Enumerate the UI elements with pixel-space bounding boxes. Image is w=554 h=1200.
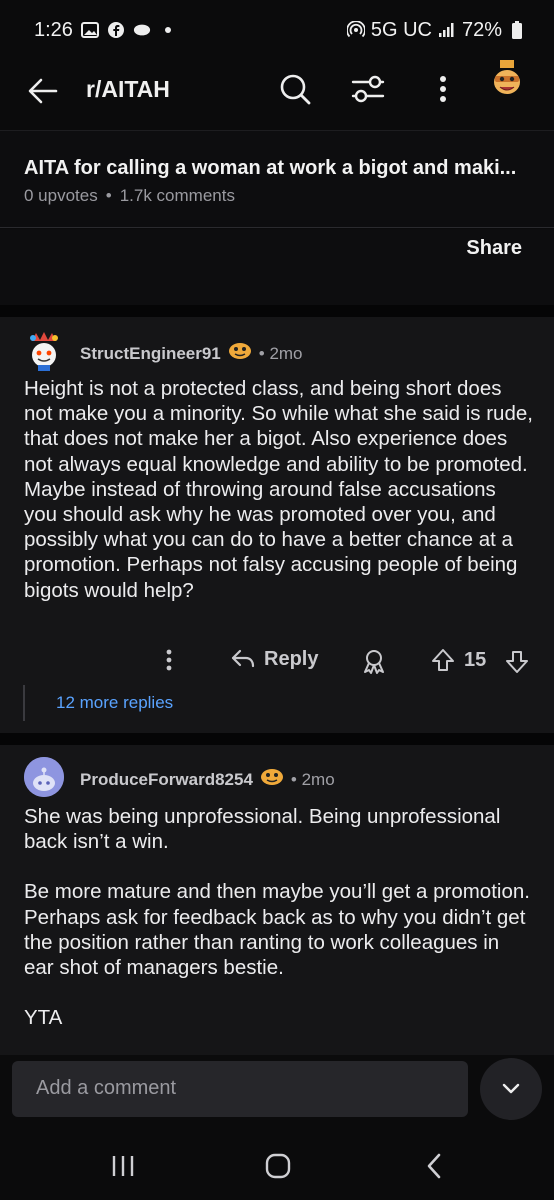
status-time: 1:26 [34,18,73,41]
award-icon [259,767,285,792]
subreddit-title[interactable]: r/AITAH [86,76,170,103]
system-nav-bar [0,1125,554,1200]
more-options-icon[interactable] [430,72,456,106]
chevron-down-icon [502,1083,520,1094]
battery-percent: 72% [461,18,502,41]
comment-username[interactable]: StructEngineer91 [80,344,221,364]
meta-separator: • [105,186,112,205]
post-comment-count: 1.7k comments [119,186,235,205]
downvote-arrow-icon [506,651,528,673]
home-icon[interactable] [258,1151,298,1181]
post-title[interactable]: AITA for calling a woman at work a bigot… [24,157,530,180]
recent-apps-icon[interactable] [103,1151,143,1181]
status-bar: 1:26 5G UC 72% [0,0,554,60]
post-upvotes: 0 upvotes [24,186,98,205]
gallery-icon [80,21,99,39]
sort-filter-icon[interactable] [350,72,386,106]
share-row: Share [0,229,554,305]
back-arrow-icon[interactable] [26,74,60,108]
share-button[interactable]: Share [466,237,522,260]
commenter-avatar[interactable] [24,757,64,797]
reply-button[interactable]: Reply [230,647,318,671]
comment-age: • 2mo [290,769,335,789]
comment-author-row: StructEngineer91 • 2mo [80,341,303,366]
back-nav-icon[interactable] [414,1151,454,1181]
comment-composer[interactable]: Add a comment [12,1061,468,1117]
reply-icon [231,649,255,668]
network-type: 5G UC [370,18,432,41]
add-comment-input[interactable]: Add a comment [36,1077,176,1100]
comment-actions: Reply 15 [0,643,554,683]
signal-icon [438,21,456,39]
thread-line [23,685,25,721]
comment-author-row: ProduceForward8254 • 2mo [80,767,335,792]
post-meta: 0 upvotes • 1.7k comments [24,186,235,206]
comment-age: • 2mo [258,343,303,363]
upvote-arrow-icon [432,649,454,671]
comment-paragraph: YTA [24,1006,63,1030]
notification-dot-icon [159,21,177,39]
upvote-button[interactable]: 15 [430,647,486,673]
comment: ProduceForward8254 • 2mo She was being u… [0,745,554,1055]
facebook-icon [107,21,125,39]
downvote-button[interactable] [504,649,530,675]
comment-score: 15 [464,648,487,671]
battery-icon [508,21,526,39]
comment: StructEngineer91 • 2mo Height is not a p… [0,317,554,733]
commenter-avatar[interactable] [24,331,64,371]
comment-body: Height is not a protected class, and bei… [24,377,533,602]
reply-label: Reply [264,647,319,670]
app-bar: r/AITAH [0,60,554,126]
comment-more-icon[interactable] [160,647,178,673]
user-avatar[interactable] [486,60,528,102]
chat-bubble-icon [133,21,151,39]
award-outline-icon [364,650,384,674]
search-icon[interactable] [278,72,312,106]
comment-paragraph: She was being unprofessional. Being unpr… [24,805,501,854]
comment-paragraph: Be more mature and then maybe you’ll get… [24,880,530,980]
collapse-button[interactable] [480,1058,542,1120]
award-icon [227,341,253,366]
post-header[interactable]: AITA for calling a woman at work a bigot… [0,130,554,228]
hotspot-icon [346,21,365,39]
section-divider [0,305,554,317]
comment-username[interactable]: ProduceForward8254 [80,770,253,790]
award-button[interactable] [360,647,388,675]
section-divider [0,733,554,745]
more-replies-link[interactable]: 12 more replies [56,693,173,713]
comment-body: She was being unprofessional. Being unpr… [24,804,534,1055]
